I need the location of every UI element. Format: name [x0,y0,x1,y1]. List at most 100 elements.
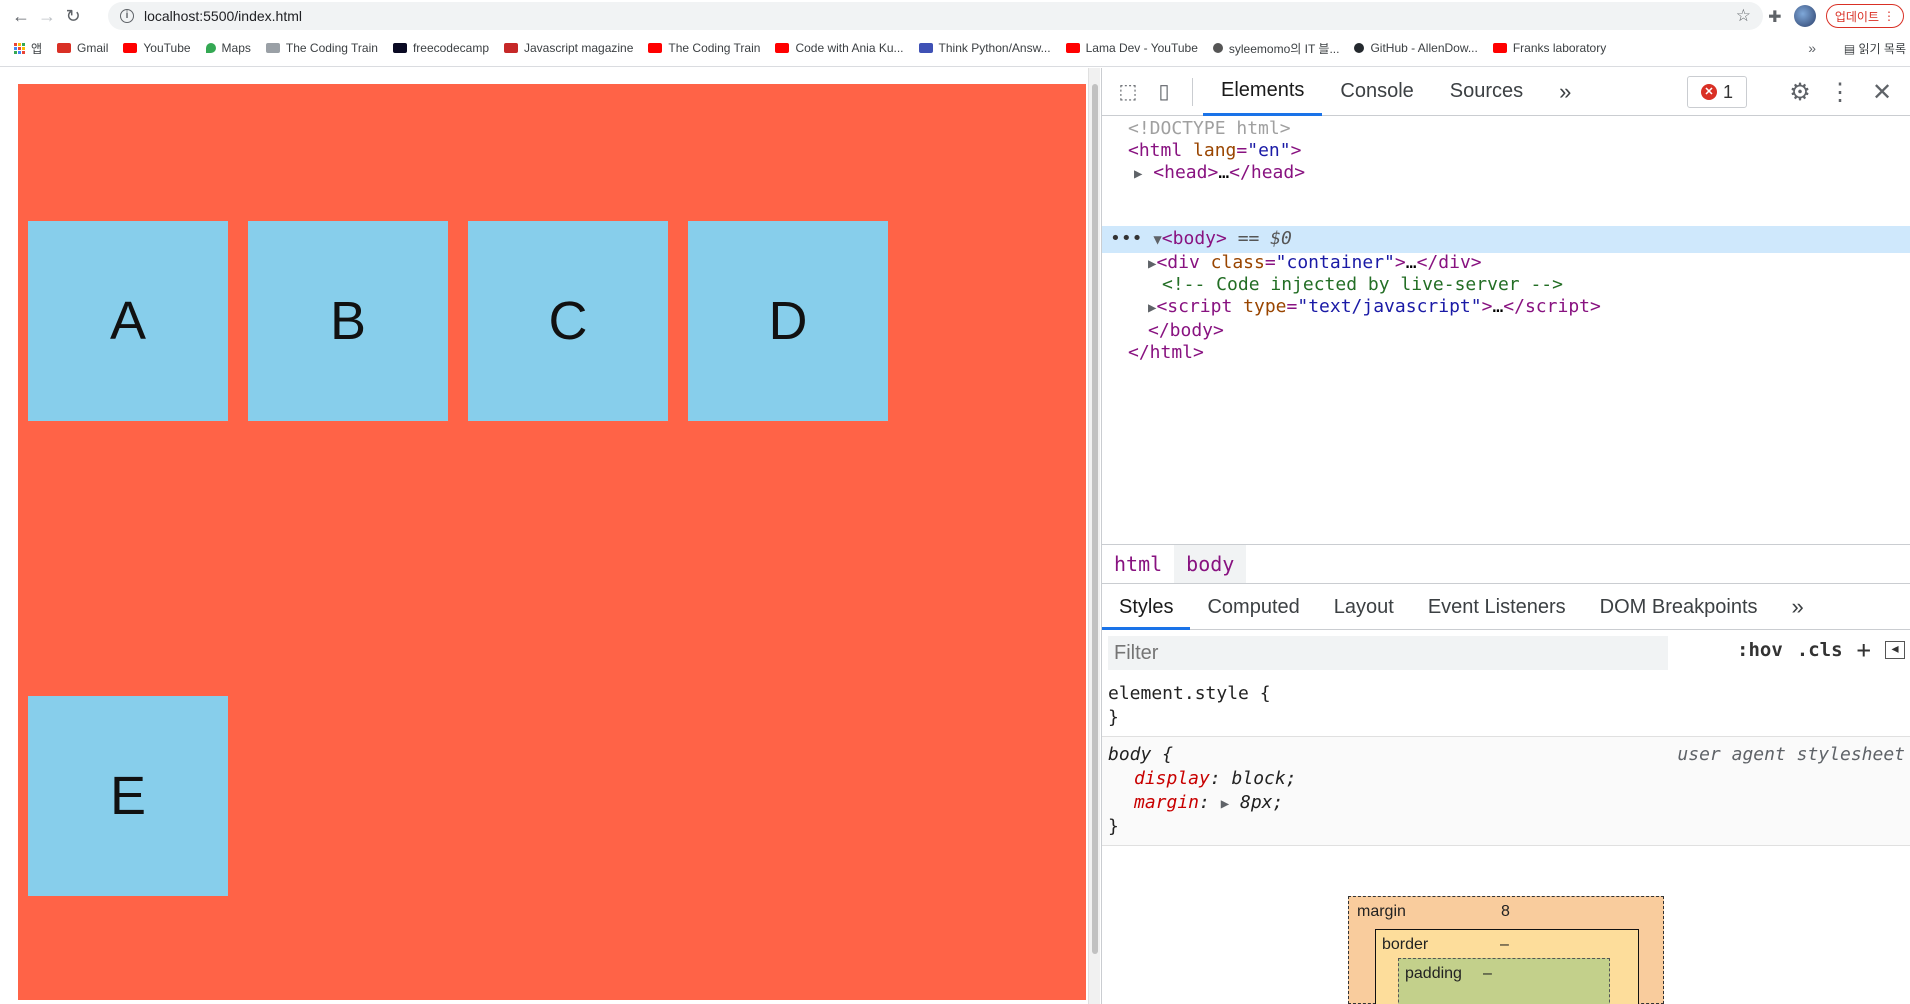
bookmark-label: GitHub - AllenDow... [1370,41,1478,55]
box-e: E [28,696,228,896]
forward-icon[interactable]: → [34,3,60,29]
error-badge[interactable]: ✕ 1 [1687,76,1747,108]
margin-value[interactable]: 8 [1501,903,1510,921]
breadcrumb-html[interactable]: html [1102,545,1174,583]
bookmark-label: Think Python/Answ... [938,41,1051,55]
tab-dom-breakpoints[interactable]: DOM Breakpoints [1583,584,1775,630]
tab-layout[interactable]: Layout [1317,584,1411,630]
filter-row: :hov .cls + ◂ [1102,630,1910,676]
apps-shortcut[interactable]: 앱 [14,40,42,57]
more-tabs-icon[interactable]: » [1541,68,1589,116]
hov-button[interactable]: :hov [1737,639,1783,661]
padding-value[interactable]: – [1483,965,1492,983]
ellipsis: … [1405,252,1417,273]
ellipsis: … [1218,162,1230,183]
body-ua-rule[interactable]: body {user agent stylesheet display: blo… [1102,737,1910,846]
avatar[interactable] [1793,5,1816,27]
update-button[interactable]: 업데이트 ⋮ [1825,4,1904,28]
more-options-icon[interactable]: ⋮ [1822,74,1858,110]
bookmark-item[interactable]: GitHub - AllenDow... [1354,41,1478,55]
device-toggle-icon[interactable]: ▯ [1146,74,1182,110]
dom-tree: <!DOCTYPE html> <html lang="en"> ▶ <head… [1102,116,1910,488]
page-scrollbar[interactable] [1088,68,1100,1004]
element-style-selector: element.style { [1108,683,1271,704]
collapse-triangle-icon[interactable]: ▼ [1153,232,1161,248]
bookmark-item[interactable]: Javascript magazine [504,41,633,55]
expand-triangle-icon[interactable]: ▶ [1221,796,1229,812]
ellipsis: … [1492,296,1504,317]
inspect-element-icon[interactable]: ⬚ [1110,74,1146,110]
bookmark-item[interactable]: Gmail [57,41,108,55]
bookmark-item[interactable]: syleemomo의 IT 블... [1212,40,1339,57]
dom-head-node[interactable]: ▶ <head>…</head> [1134,160,1305,186]
reading-list[interactable]: ▤ 읽기 목록 [1844,40,1906,57]
styles-filter-input[interactable] [1108,636,1668,670]
error-count: 1 [1722,81,1733,102]
border-label: border [1382,936,1429,953]
info-icon[interactable]: i [120,9,134,23]
toolbar-right: ✚ 업데이트 ⋮ [1766,2,1910,30]
bookmark-star-icon[interactable]: ☆ [1736,6,1751,26]
tab-sources[interactable]: Sources [1432,68,1541,116]
bookmark-item[interactable]: Code with Ania Ku... [775,41,904,55]
bookmark-item[interactable]: Lama Dev - YouTube [1065,41,1198,55]
border-value[interactable]: – [1500,936,1509,954]
bookmark-item[interactable]: freecodecamp [392,41,489,55]
toolbar-divider [1192,77,1193,106]
filter-buttons: :hov .cls + ◂ [1737,636,1905,664]
bookmark-label: Franks laboratory [1512,41,1607,55]
globe-icon [1212,43,1223,53]
box-d: D [688,221,888,421]
reload-icon[interactable]: ↻ [60,3,86,29]
tab-computed[interactable]: Computed [1190,584,1316,630]
youtube-icon [775,43,790,53]
bookmark-label: YouTube [143,41,191,55]
class-value: "container" [1275,252,1395,273]
bookmark-item[interactable]: Think Python/Answ... [918,41,1051,55]
error-icon: ✕ [1700,84,1717,100]
bookmark-item[interactable]: YouTube [123,41,191,55]
dom-script-node[interactable]: ▶<script type="text/javascript">…</scrip… [1148,294,1601,320]
bookmark-item[interactable]: Franks laboratory [1492,41,1607,55]
extensions-icon[interactable]: ✚ [1766,7,1784,26]
breadcrumb-body[interactable]: body [1174,545,1247,583]
address-bar[interactable]: i localhost:5500/index.html ☆ [108,2,1763,30]
tab-event-listeners[interactable]: Event Listeners [1411,584,1583,630]
tab-styles[interactable]: Styles [1102,584,1191,630]
browser-toolbar: ← → ↻ i localhost:5500/index.html ☆ ✚ 업데… [0,0,1910,32]
close-icon[interactable]: ✕ [1864,74,1900,110]
dom-body-node[interactable]: ••• ▼<body> == $0 [1110,226,1292,252]
bookmark-item[interactable]: The Coding Train [648,41,760,55]
toggle-sidebar-icon[interactable]: ◂ [1885,640,1905,659]
html-close-tag: </html> [1128,342,1204,363]
script-close-tag: script [1524,296,1590,317]
bookmark-label: The Coding Train [285,41,378,55]
type-attr: type [1243,296,1287,317]
freecodecamp-icon [392,43,407,53]
url-text[interactable]: localhost:5500/index.html [144,8,1736,24]
bookmark-item[interactable]: The Coding Train [265,41,378,55]
scrollbar-thumb[interactable] [1092,84,1098,954]
row-menu-icon[interactable]: ••• [1110,228,1143,249]
bookmark-label: The Coding Train [668,41,761,55]
body-tag: body [1172,228,1216,249]
element-style-rule[interactable]: element.style { } [1102,676,1910,737]
dom-html-close[interactable]: </html> [1128,340,1204,366]
devtools-toolbar: ⬚ ▯ Elements Console Sources » ✕ 1 ⚙ ⋮ ✕ [1102,68,1910,116]
apps-label: 앱 [31,41,43,56]
tab-elements[interactable]: Elements [1203,68,1323,116]
back-icon[interactable]: ← [8,3,34,29]
new-rule-plus-icon[interactable]: + [1857,636,1871,664]
display-value: block; [1231,768,1297,789]
bookmark-label: Maps [221,41,251,55]
cls-button[interactable]: .cls [1797,639,1843,661]
think-python-icon [918,43,933,53]
settings-gear-icon[interactable]: ⚙ [1782,74,1818,110]
expand-triangle-icon[interactable]: ▶ [1134,166,1142,182]
bookmark-item[interactable]: Maps [205,41,251,55]
more-subtabs-icon[interactable]: » [1775,584,1821,630]
tab-console[interactable]: Console [1322,68,1431,116]
youtube-icon [123,43,138,53]
bookmarks-more-icon[interactable]: » [1808,40,1816,56]
bookmarks-bar: 앱 Gmail YouTube Maps The Coding Train fr… [0,36,1910,60]
